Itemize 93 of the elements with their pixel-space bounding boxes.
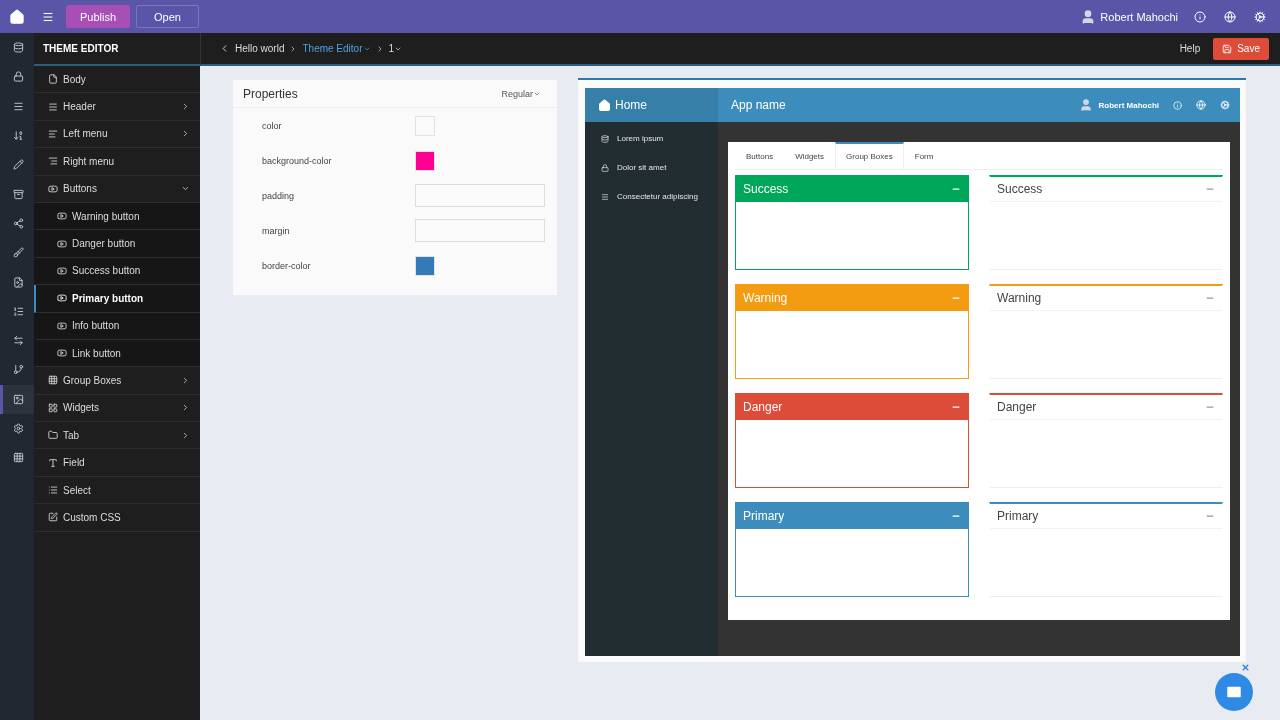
mail-button[interactable] (1215, 673, 1253, 711)
letter-icon (48, 457, 58, 468)
nav-item[interactable]: Dolor sit amet (585, 153, 718, 182)
menu-icon (48, 101, 58, 112)
property-label: padding (262, 190, 296, 201)
mail-icon (1225, 683, 1243, 701)
grid-icon (13, 452, 24, 464)
lock-icon (601, 163, 609, 172)
video-icon (57, 211, 67, 222)
help-link[interactable]: Help (1179, 43, 1201, 54)
property-label: margin (262, 225, 291, 236)
tab[interactable]: Widgets (784, 142, 836, 169)
box-title: Success (997, 182, 1043, 196)
box-title: Danger (997, 400, 1037, 414)
panel-title: Properties (243, 86, 298, 101)
box-title: Danger (743, 400, 783, 414)
breadcrumb-link[interactable]: 1 (388, 43, 403, 54)
user-name[interactable]: Robert Mahochi (1100, 10, 1178, 23)
settings-icon[interactable] (1220, 100, 1230, 110)
app-name: App name (731, 98, 787, 112)
info-icon[interactable] (1173, 100, 1182, 110)
file-image-icon (13, 276, 24, 288)
variant-dropdown[interactable]: Regular (495, 87, 547, 100)
lock-icon (13, 71, 24, 83)
tab[interactable]: Group Boxes (835, 142, 904, 169)
publish-button[interactable]: Publish (66, 5, 130, 28)
home-icon (598, 98, 611, 112)
input-field[interactable] (415, 184, 545, 207)
sidebar-subitem[interactable]: Success button (34, 257, 200, 286)
pencil-icon (13, 159, 24, 171)
video-icon (48, 183, 58, 194)
video-icon (57, 265, 67, 276)
menu-icon (601, 192, 609, 201)
file-icon (48, 74, 58, 85)
save-icon (1222, 43, 1233, 54)
list-icon (48, 485, 58, 496)
settings-icon[interactable] (1254, 10, 1266, 23)
settings-icon (13, 423, 24, 434)
property-label: border-color (262, 260, 312, 271)
video-icon (57, 320, 67, 331)
color-swatch[interactable] (415, 255, 435, 276)
sidebar-subitem[interactable]: Primary button (34, 285, 200, 313)
property-label: background-color (262, 155, 333, 166)
input-field[interactable] (415, 219, 545, 242)
sidebar-subitem[interactable]: Danger button (34, 230, 200, 258)
video-icon (57, 348, 67, 359)
box-title: Primary (997, 509, 1039, 523)
tab[interactable]: Buttons (735, 142, 785, 169)
image-icon (13, 393, 24, 405)
box-title: Success (743, 182, 789, 196)
globe-icon[interactable] (1224, 10, 1236, 23)
breadcrumb-link[interactable]: Theme Editor (302, 43, 371, 54)
home-icon[interactable] (9, 8, 25, 25)
tab[interactable]: Form (903, 142, 945, 169)
video-icon (57, 293, 67, 304)
brush-icon (13, 247, 24, 259)
save-button[interactable]: Save (1213, 37, 1269, 60)
color-swatch[interactable] (415, 150, 435, 171)
breadcrumb-link[interactable]: Hello world (235, 43, 285, 54)
archive-icon (13, 188, 24, 200)
database-icon (13, 42, 24, 54)
video-icon (57, 238, 67, 249)
box-title: Primary (743, 509, 785, 523)
avatar-icon (1078, 98, 1093, 112)
grid-icon (48, 402, 58, 413)
database-icon (601, 134, 609, 143)
globe-icon[interactable] (1196, 100, 1206, 110)
nav-item[interactable]: Lorem ipsum (585, 124, 718, 153)
branch-icon (13, 364, 24, 376)
share-icon (13, 217, 24, 229)
edit-icon (48, 512, 58, 523)
arrows-icon (13, 335, 24, 347)
home-link[interactable]: Home (585, 88, 718, 122)
align-right-icon (48, 156, 58, 167)
sidebar-subitem[interactable]: Link button (34, 339, 200, 368)
menu-icon (13, 100, 24, 112)
user-name[interactable]: Robert Mahochi (1098, 100, 1159, 110)
menu-icon[interactable] (42, 10, 54, 23)
sidebar-subitem[interactable]: Info button (34, 312, 200, 340)
sort-icon (13, 130, 24, 142)
list-icon (13, 305, 24, 317)
rail-item[interactable] (0, 384, 34, 414)
sidebar-subitem[interactable]: Warning button (34, 202, 200, 231)
align-left-icon (48, 128, 58, 139)
open-button[interactable]: Open (136, 5, 199, 28)
info-icon[interactable] (1194, 10, 1206, 23)
nav-item[interactable]: Consectetur adipiscing (585, 182, 718, 211)
box-title: Warning (743, 291, 788, 305)
box-title: Warning (997, 291, 1042, 305)
grid-icon (48, 375, 58, 386)
folder-icon (48, 430, 58, 441)
close-icon[interactable] (1241, 663, 1250, 672)
property-label: color (262, 120, 283, 131)
